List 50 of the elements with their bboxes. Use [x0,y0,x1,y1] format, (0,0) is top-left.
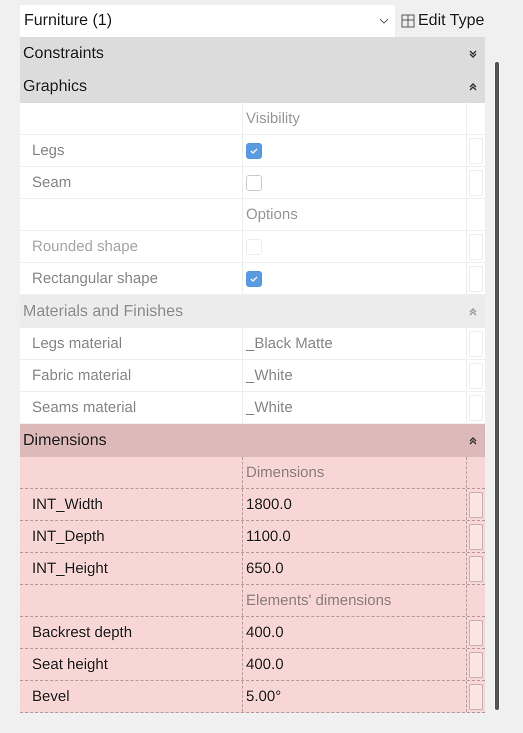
parameter-value-cell[interactable]: 400.0 [243,649,467,680]
parameter-name-cell: Seat height [20,649,243,680]
parameter-value-cell[interactable]: 1800.0 [243,489,467,520]
group-label: Dimensions [243,457,467,488]
chevron-icon [469,82,477,90]
parameter-link-button[interactable] [469,652,483,678]
group-label: Visibility [243,103,467,134]
checkbox[interactable] [246,142,262,158]
parameter-name-cell: Fabric material [20,360,243,391]
parameter-value-cell[interactable]: 650.0 [243,553,467,584]
parameter-name-cell: Rounded shape [20,231,243,262]
parameter-link-button[interactable] [469,620,483,646]
checkbox-cell[interactable] [243,263,467,294]
checkbox-cell[interactable] [243,135,467,166]
parameter-value-cell[interactable]: 1100.0 [243,521,467,552]
parameter-name-cell: INT_Width [20,489,243,520]
parameter-name-cell: Legs material [20,328,243,359]
section-header[interactable]: Dimensions [20,424,485,457]
chevron-icon [469,436,477,444]
parameter-value-cell[interactable]: 5.00° [243,681,467,712]
check-icon [249,274,259,284]
chevron-icon [469,308,477,316]
section-header[interactable]: Constraints [20,37,485,70]
parameter-link-button[interactable] [469,684,483,710]
parameter-name-cell: Seams material [20,392,243,423]
checkbox-cell[interactable] [243,167,467,198]
type-dropdown[interactable]: Furniture (1) [20,4,395,36]
parameter-name-cell: Legs [20,135,243,166]
caret-icon [379,18,389,24]
parameter-name-cell: Bevel [20,681,243,712]
section-header[interactable]: Graphics [20,70,485,103]
parameter-value-cell[interactable]: 400.0 [243,617,467,648]
edit-type-button[interactable]: Edit Type [401,12,484,30]
check-icon [249,146,259,156]
parameter-name-cell: Backrest depth [20,617,243,648]
checkbox[interactable] [246,270,262,286]
parameter-name-cell: INT_Height [20,553,243,584]
group-label: Elements' dimensions [243,585,467,616]
group-label: Options [243,199,467,230]
parameter-name-cell: Seam [20,167,243,198]
parameter-link-button[interactable] [469,556,483,582]
grid-icon [401,14,415,28]
type-dropdown-value: Furniture (1) [24,12,112,30]
parameter-link-button[interactable] [469,492,483,518]
parameter-name-cell: INT_Depth [20,521,243,552]
parameter-link-button[interactable] [469,524,483,550]
parameter-name-cell: Rectangular shape [20,263,243,294]
scrollbar-thumb[interactable] [495,62,499,710]
checkbox[interactable] [246,174,262,190]
chevron-icon [469,50,477,58]
